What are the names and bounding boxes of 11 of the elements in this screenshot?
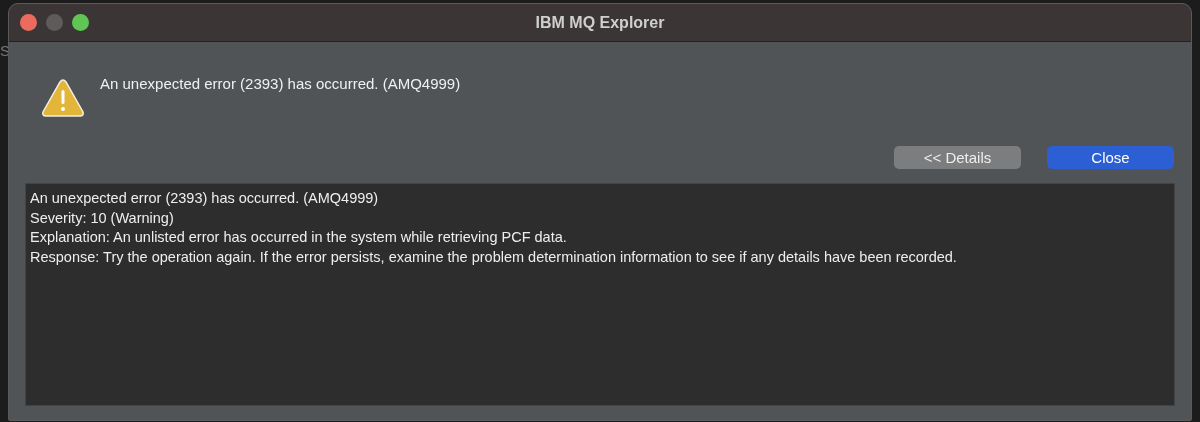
window-control[interactable] (72, 14, 89, 31)
close-button[interactable]: Close (1047, 146, 1174, 169)
window-title: IBM MQ Explorer (535, 13, 665, 31)
details-line: Response: Try the operation again. If the error persists, examine the problem determination information to see if any details have been recorded. (30, 247, 958, 267)
error-message: An unexpected error (2393) has occurred. (AMQ4999) (100, 75, 461, 92)
details-line: Severity: 10 (Warning) (30, 208, 175, 228)
details-button[interactable]: << Details (894, 146, 1021, 169)
warning-icon (42, 79, 84, 117)
details-line: An unexpected error (2393) has occurred. (AMQ4999) (30, 189, 380, 208)
window-control[interactable] (20, 14, 37, 31)
details-line: Explanation: An unlisted error has occurred in the system while retrieving PCF data. (30, 228, 568, 247)
